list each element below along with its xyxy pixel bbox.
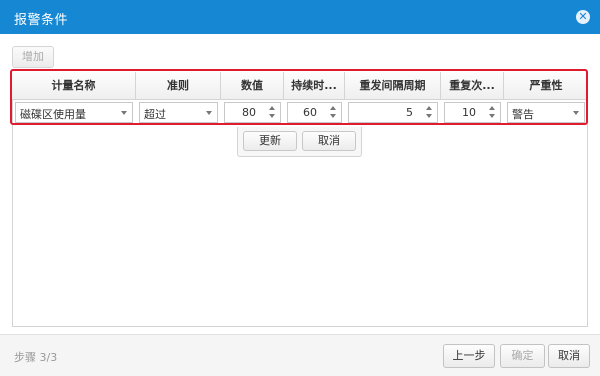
chevron-down-icon[interactable] — [573, 111, 579, 115]
step-indicator: 步骤 3/3 — [14, 351, 58, 364]
chevron-down-icon[interactable] — [121, 111, 127, 115]
update-button[interactable]: 更新 — [243, 131, 297, 151]
spinner-icon[interactable] — [424, 105, 434, 120]
dialog-titlebar: 报警条件 ✕ — [0, 0, 600, 34]
column-header-duration[interactable]: 持续时... — [284, 72, 345, 100]
severity-value: 警告 — [512, 108, 534, 121]
column-header-repeat-count[interactable]: 重复次... — [441, 72, 504, 100]
duration-number: 60 — [303, 106, 317, 119]
add-button[interactable]: 增加 — [12, 46, 54, 68]
previous-button[interactable]: 上一步 — [443, 344, 495, 368]
metric-value: 磁碟区使用量 — [20, 108, 86, 121]
dialog-title: 报警条件 — [14, 13, 69, 28]
severity-select[interactable]: 警告 — [507, 102, 585, 123]
spinner-icon[interactable] — [328, 105, 338, 120]
spinner-icon[interactable] — [487, 105, 497, 120]
chevron-down-icon[interactable] — [206, 111, 212, 115]
cancel-edit-button[interactable]: 取消 — [302, 131, 356, 151]
criteria-value: 超过 — [144, 108, 166, 121]
repeat-count-stepper[interactable]: 10 — [444, 102, 501, 123]
cancel-button[interactable]: 取消 — [548, 344, 590, 368]
resend-interval-stepper[interactable]: 5 — [348, 102, 438, 123]
dialog-footer: 步骤 3/3 上一步 确定 取消 — [0, 334, 600, 376]
resend-interval-number: 5 — [406, 106, 413, 119]
repeat-count-number: 10 — [462, 106, 476, 119]
column-header-value[interactable]: 数值 — [221, 72, 284, 100]
metric-select[interactable]: 磁碟区使用量 — [15, 102, 133, 123]
spinner-icon[interactable] — [267, 105, 277, 120]
confirm-button[interactable]: 确定 — [500, 344, 545, 368]
column-header-resend-interval[interactable]: 重发间隔周期 — [345, 72, 441, 100]
grid-header: 计量名称 准则 数值 持续时... 重发间隔周期 重复次... 严重性 — [12, 72, 588, 100]
close-icon[interactable]: ✕ — [576, 10, 590, 24]
value-stepper[interactable]: 80 — [224, 102, 281, 123]
column-header-criteria[interactable]: 准则 — [136, 72, 221, 100]
value-number: 80 — [242, 106, 256, 119]
table-row[interactable]: 磁碟区使用量 超过 80 60 5 10 警告 — [12, 100, 588, 124]
column-header-severity[interactable]: 严重性 — [504, 72, 588, 100]
criteria-select[interactable]: 超过 — [139, 102, 218, 123]
row-editor-panel: 更新 取消 — [237, 127, 362, 157]
column-header-metric[interactable]: 计量名称 — [12, 72, 136, 100]
duration-stepper[interactable]: 60 — [287, 102, 342, 123]
